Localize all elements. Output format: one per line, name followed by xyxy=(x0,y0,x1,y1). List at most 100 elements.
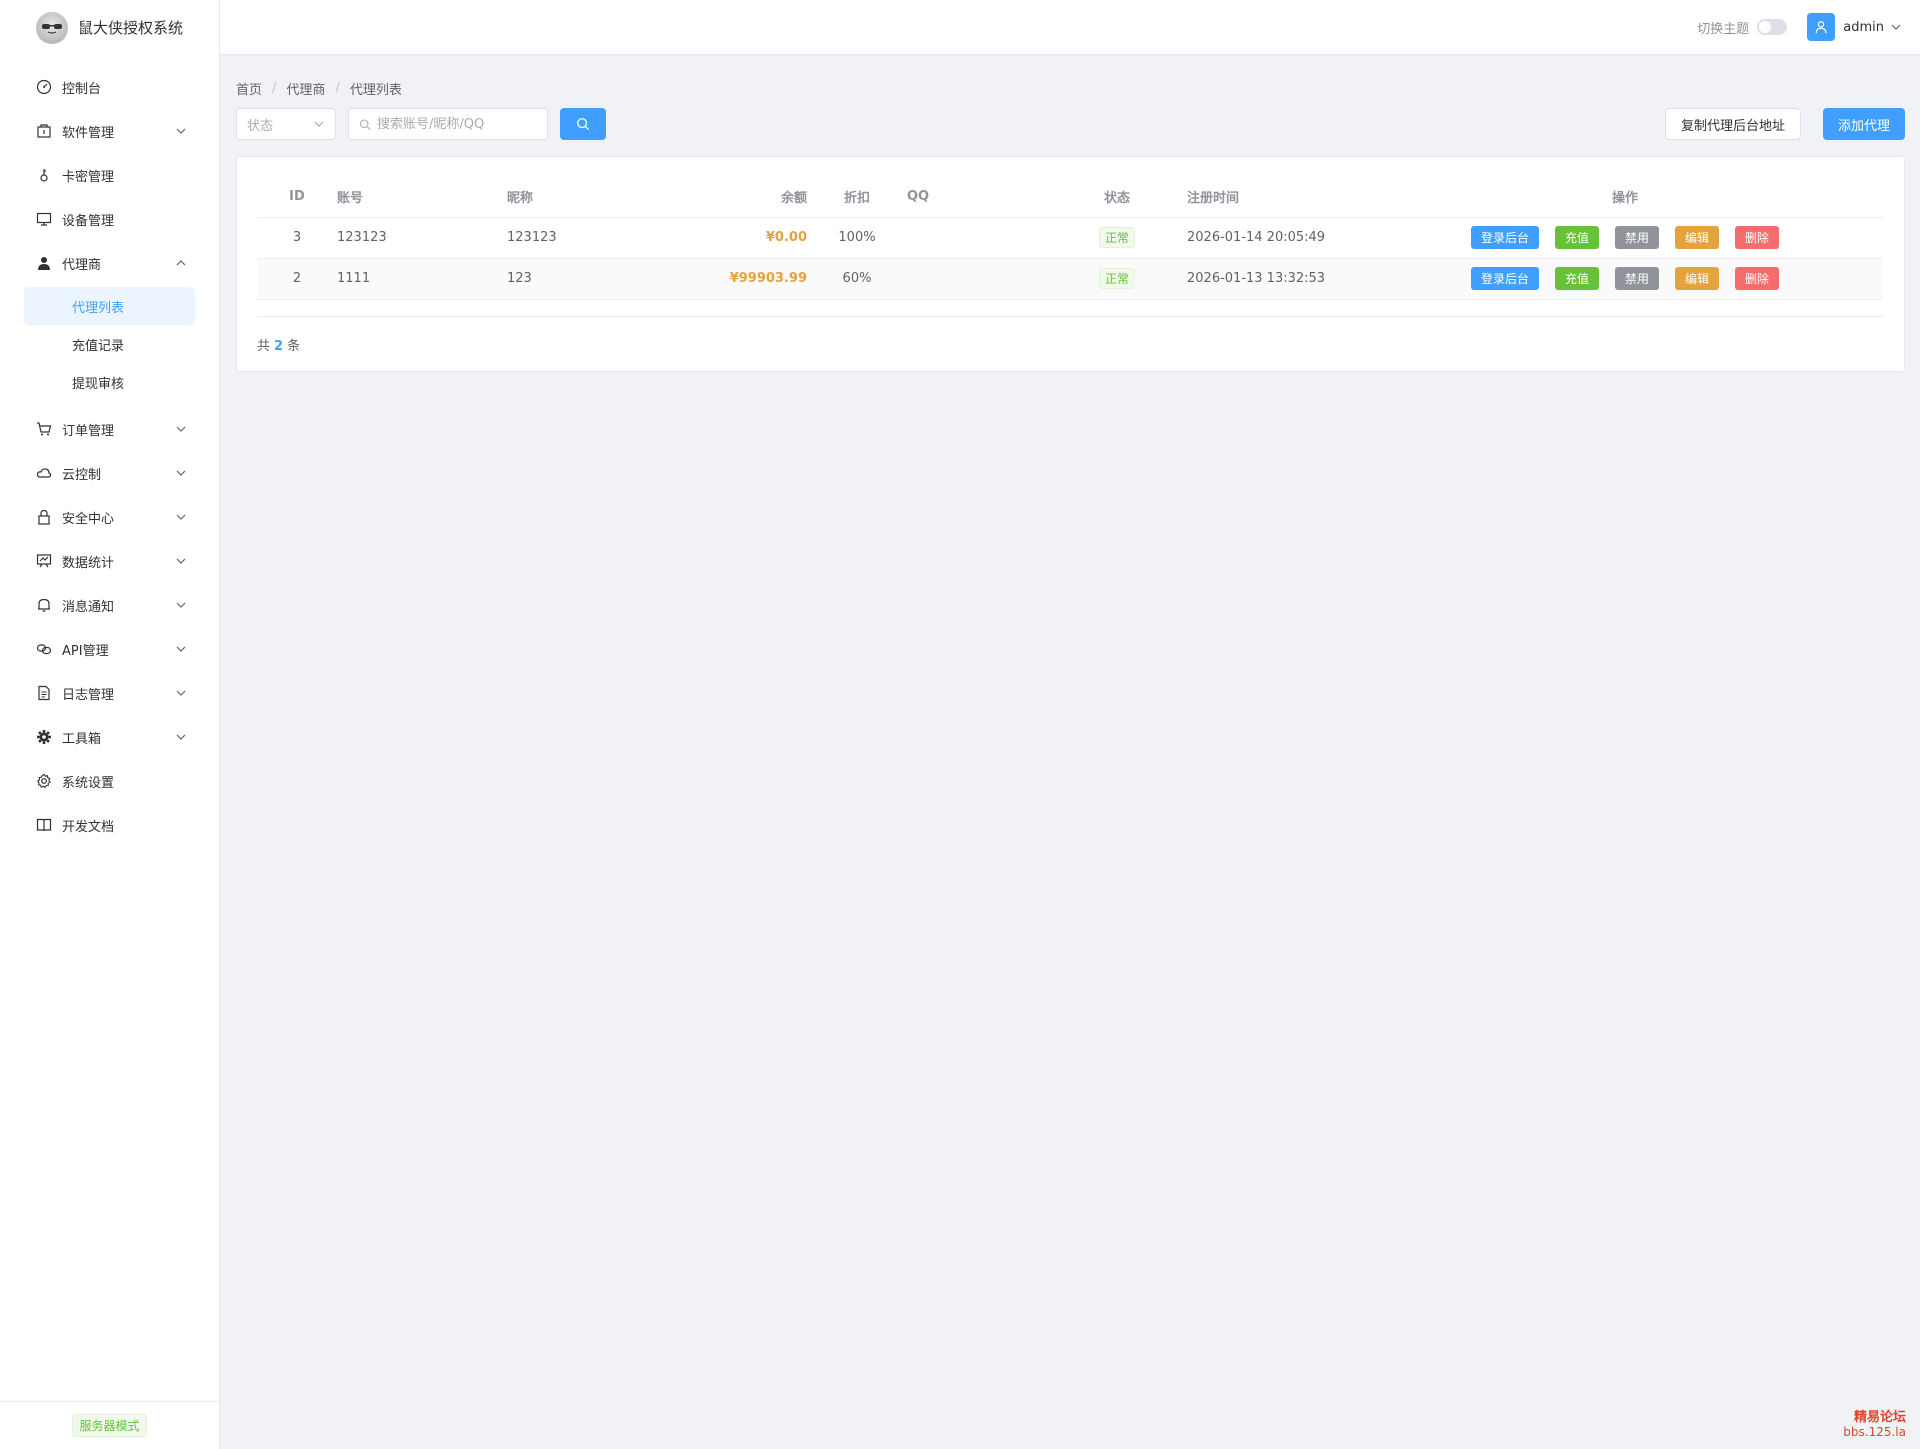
agent-table-card: ID 账号 昵称 余额 折扣 QQ 状态 注册时间 操作 3 123123 12… xyxy=(236,156,1905,372)
column-header-registered: 注册时间 xyxy=(1167,177,1367,218)
document-icon xyxy=(36,685,52,701)
copy-agent-url-button[interactable]: 复制代理后台地址 xyxy=(1664,108,1801,140)
disable-button[interactable]: 禁用 xyxy=(1614,267,1659,290)
pagination-total: 共2条 xyxy=(257,335,300,354)
sidebar-item-label: 订单管理 xyxy=(62,423,115,439)
table-row: 2 1111 123 ¥99903.99 60% 正常 2026-01-13 1… xyxy=(257,258,1883,300)
row-actions: 登录后台 充值 禁用 编辑 删除 xyxy=(1367,226,1883,249)
sidebar-menu: 控制台 软件管理 卡密管理 设备管理 代理商 代理列表 充值记录 提现审核 订单… xyxy=(0,55,219,847)
sidebar-item-label: 安全中心 xyxy=(62,511,115,527)
user-avatar-icon xyxy=(1815,21,1827,34)
chevron-down-icon xyxy=(176,602,186,608)
delete-button[interactable]: 删除 xyxy=(1735,226,1780,249)
status-badge: 正常 xyxy=(1098,268,1135,289)
pagination-suffix: 条 xyxy=(287,339,301,354)
dashboard-icon xyxy=(36,79,52,95)
monitor-icon xyxy=(36,211,52,227)
user-icon xyxy=(36,255,52,271)
cloud-icon xyxy=(36,465,52,481)
sidebar-item-label: 代理商 xyxy=(62,257,102,273)
sidebar-item-label: 设备管理 xyxy=(62,213,115,229)
sidebar-item-api[interactable]: API管理 xyxy=(0,627,219,671)
sidebar-item-label: 消息通知 xyxy=(62,599,115,615)
chevron-down-icon xyxy=(176,734,186,740)
sidebar-item-agents[interactable]: 代理商 xyxy=(0,241,219,285)
cell-id: 2 xyxy=(257,258,337,300)
cell-account: 1111 xyxy=(337,258,507,300)
search-icon xyxy=(577,118,590,131)
status-select[interactable]: 状态 xyxy=(236,108,336,140)
edit-button[interactable]: 编辑 xyxy=(1675,267,1720,290)
status-select-placeholder: 状态 xyxy=(247,118,274,134)
user-name[interactable]: admin xyxy=(1843,20,1884,35)
sidebar-item-logs[interactable]: 日志管理 xyxy=(0,671,219,715)
sidebar-item-security[interactable]: 安全中心 xyxy=(0,495,219,539)
sidebar-item-toolbox[interactable]: 工具箱 xyxy=(0,715,219,759)
sidebar-item-statistics[interactable]: 数据统计 xyxy=(0,539,219,583)
sidebar-item-label: 工具箱 xyxy=(62,731,102,747)
sidebar-item-devices[interactable]: 设备管理 xyxy=(0,197,219,241)
cell-id: 3 xyxy=(257,217,337,259)
cell-discount: 60% xyxy=(807,258,907,300)
top-header: 切换主题 admin xyxy=(220,0,1920,55)
sidebar-subitem-recharge-records[interactable]: 充值记录 xyxy=(24,325,195,363)
chevron-down-icon xyxy=(314,121,324,127)
theme-toggle-switch[interactable] xyxy=(1757,19,1788,35)
breadcrumb-home[interactable]: 首页 xyxy=(236,79,262,98)
pagination-prefix: 共 xyxy=(257,339,271,354)
watermark-url: bbs.125.la xyxy=(1843,1425,1906,1439)
lock-icon xyxy=(36,509,52,525)
cell-balance: ¥0.00 xyxy=(677,217,807,259)
column-header-account: 账号 xyxy=(337,177,507,218)
recharge-button[interactable]: 充值 xyxy=(1554,267,1599,290)
sidebar-item-orders[interactable]: 订单管理 xyxy=(0,407,219,451)
column-header-nickname: 昵称 xyxy=(507,177,677,218)
sidebar-subitem-agent-list[interactable]: 代理列表 xyxy=(24,287,195,325)
cell-balance: ¥99903.99 xyxy=(677,258,807,300)
chevron-down-icon xyxy=(176,558,186,564)
breadcrumb-agents[interactable]: 代理商 xyxy=(286,79,325,98)
user-menu-chevron-icon[interactable] xyxy=(1890,21,1902,33)
brand[interactable]: 鼠大侠授权系统 xyxy=(0,0,219,55)
sidebar-item-dashboard[interactable]: 控制台 xyxy=(0,65,219,109)
cart-icon xyxy=(36,421,52,437)
row-actions: 登录后台 充值 禁用 编辑 删除 xyxy=(1367,267,1883,290)
chevron-down-icon xyxy=(176,426,186,432)
breadcrumb-current: 代理列表 xyxy=(349,83,402,98)
edit-button[interactable]: 编辑 xyxy=(1675,226,1720,249)
column-header-status: 状态 xyxy=(1067,177,1167,218)
sidebar: 鼠大侠授权系统 控制台 软件管理 卡密管理 设备管理 代理商 代理列表 充值记录… xyxy=(0,0,220,1449)
search-input[interactable] xyxy=(377,116,537,132)
agent-table: ID 账号 昵称 余额 折扣 QQ 状态 注册时间 操作 3 123123 12… xyxy=(257,177,1883,300)
sidebar-item-cloud[interactable]: 云控制 xyxy=(0,451,219,495)
login-backend-button[interactable]: 登录后台 xyxy=(1470,226,1539,249)
recharge-button[interactable]: 充值 xyxy=(1554,226,1599,249)
gear-solid-icon xyxy=(36,729,52,745)
login-backend-button[interactable]: 登录后台 xyxy=(1470,267,1539,290)
chevron-down-icon xyxy=(176,646,186,652)
delete-button[interactable]: 删除 xyxy=(1735,267,1780,290)
sidebar-item-label: 系统设置 xyxy=(62,775,115,791)
sidebar-item-label: 卡密管理 xyxy=(62,169,115,185)
sidebar-item-system-settings[interactable]: 系统设置 xyxy=(0,759,219,803)
search-button[interactable] xyxy=(560,108,606,140)
sidebar-item-notifications[interactable]: 消息通知 xyxy=(0,583,219,627)
breadcrumb: 首页 / 代理商 / 代理列表 xyxy=(236,79,402,98)
chevron-down-icon xyxy=(176,128,186,134)
disable-button[interactable]: 禁用 xyxy=(1614,226,1659,249)
cell-qq xyxy=(907,217,1067,259)
user-avatar[interactable] xyxy=(1807,13,1836,41)
pagination-count: 2 xyxy=(274,339,284,354)
pagination-divider xyxy=(257,316,1884,317)
agents-submenu: 代理列表 充值记录 提现审核 xyxy=(0,285,219,407)
sidebar-subitem-withdraw-review[interactable]: 提现审核 xyxy=(24,363,195,401)
chevron-down-icon xyxy=(176,690,186,696)
sidebar-item-cards[interactable]: 卡密管理 xyxy=(0,153,219,197)
add-agent-button[interactable]: 添加代理 xyxy=(1822,108,1905,140)
sidebar-item-dev-docs[interactable]: 开发文档 xyxy=(0,803,219,847)
sidebar-item-label: 控制台 xyxy=(62,81,102,97)
sidebar-item-software[interactable]: 软件管理 xyxy=(0,109,219,153)
search-icon xyxy=(359,118,371,130)
chevron-down-icon xyxy=(176,470,186,476)
search-box xyxy=(348,108,548,140)
